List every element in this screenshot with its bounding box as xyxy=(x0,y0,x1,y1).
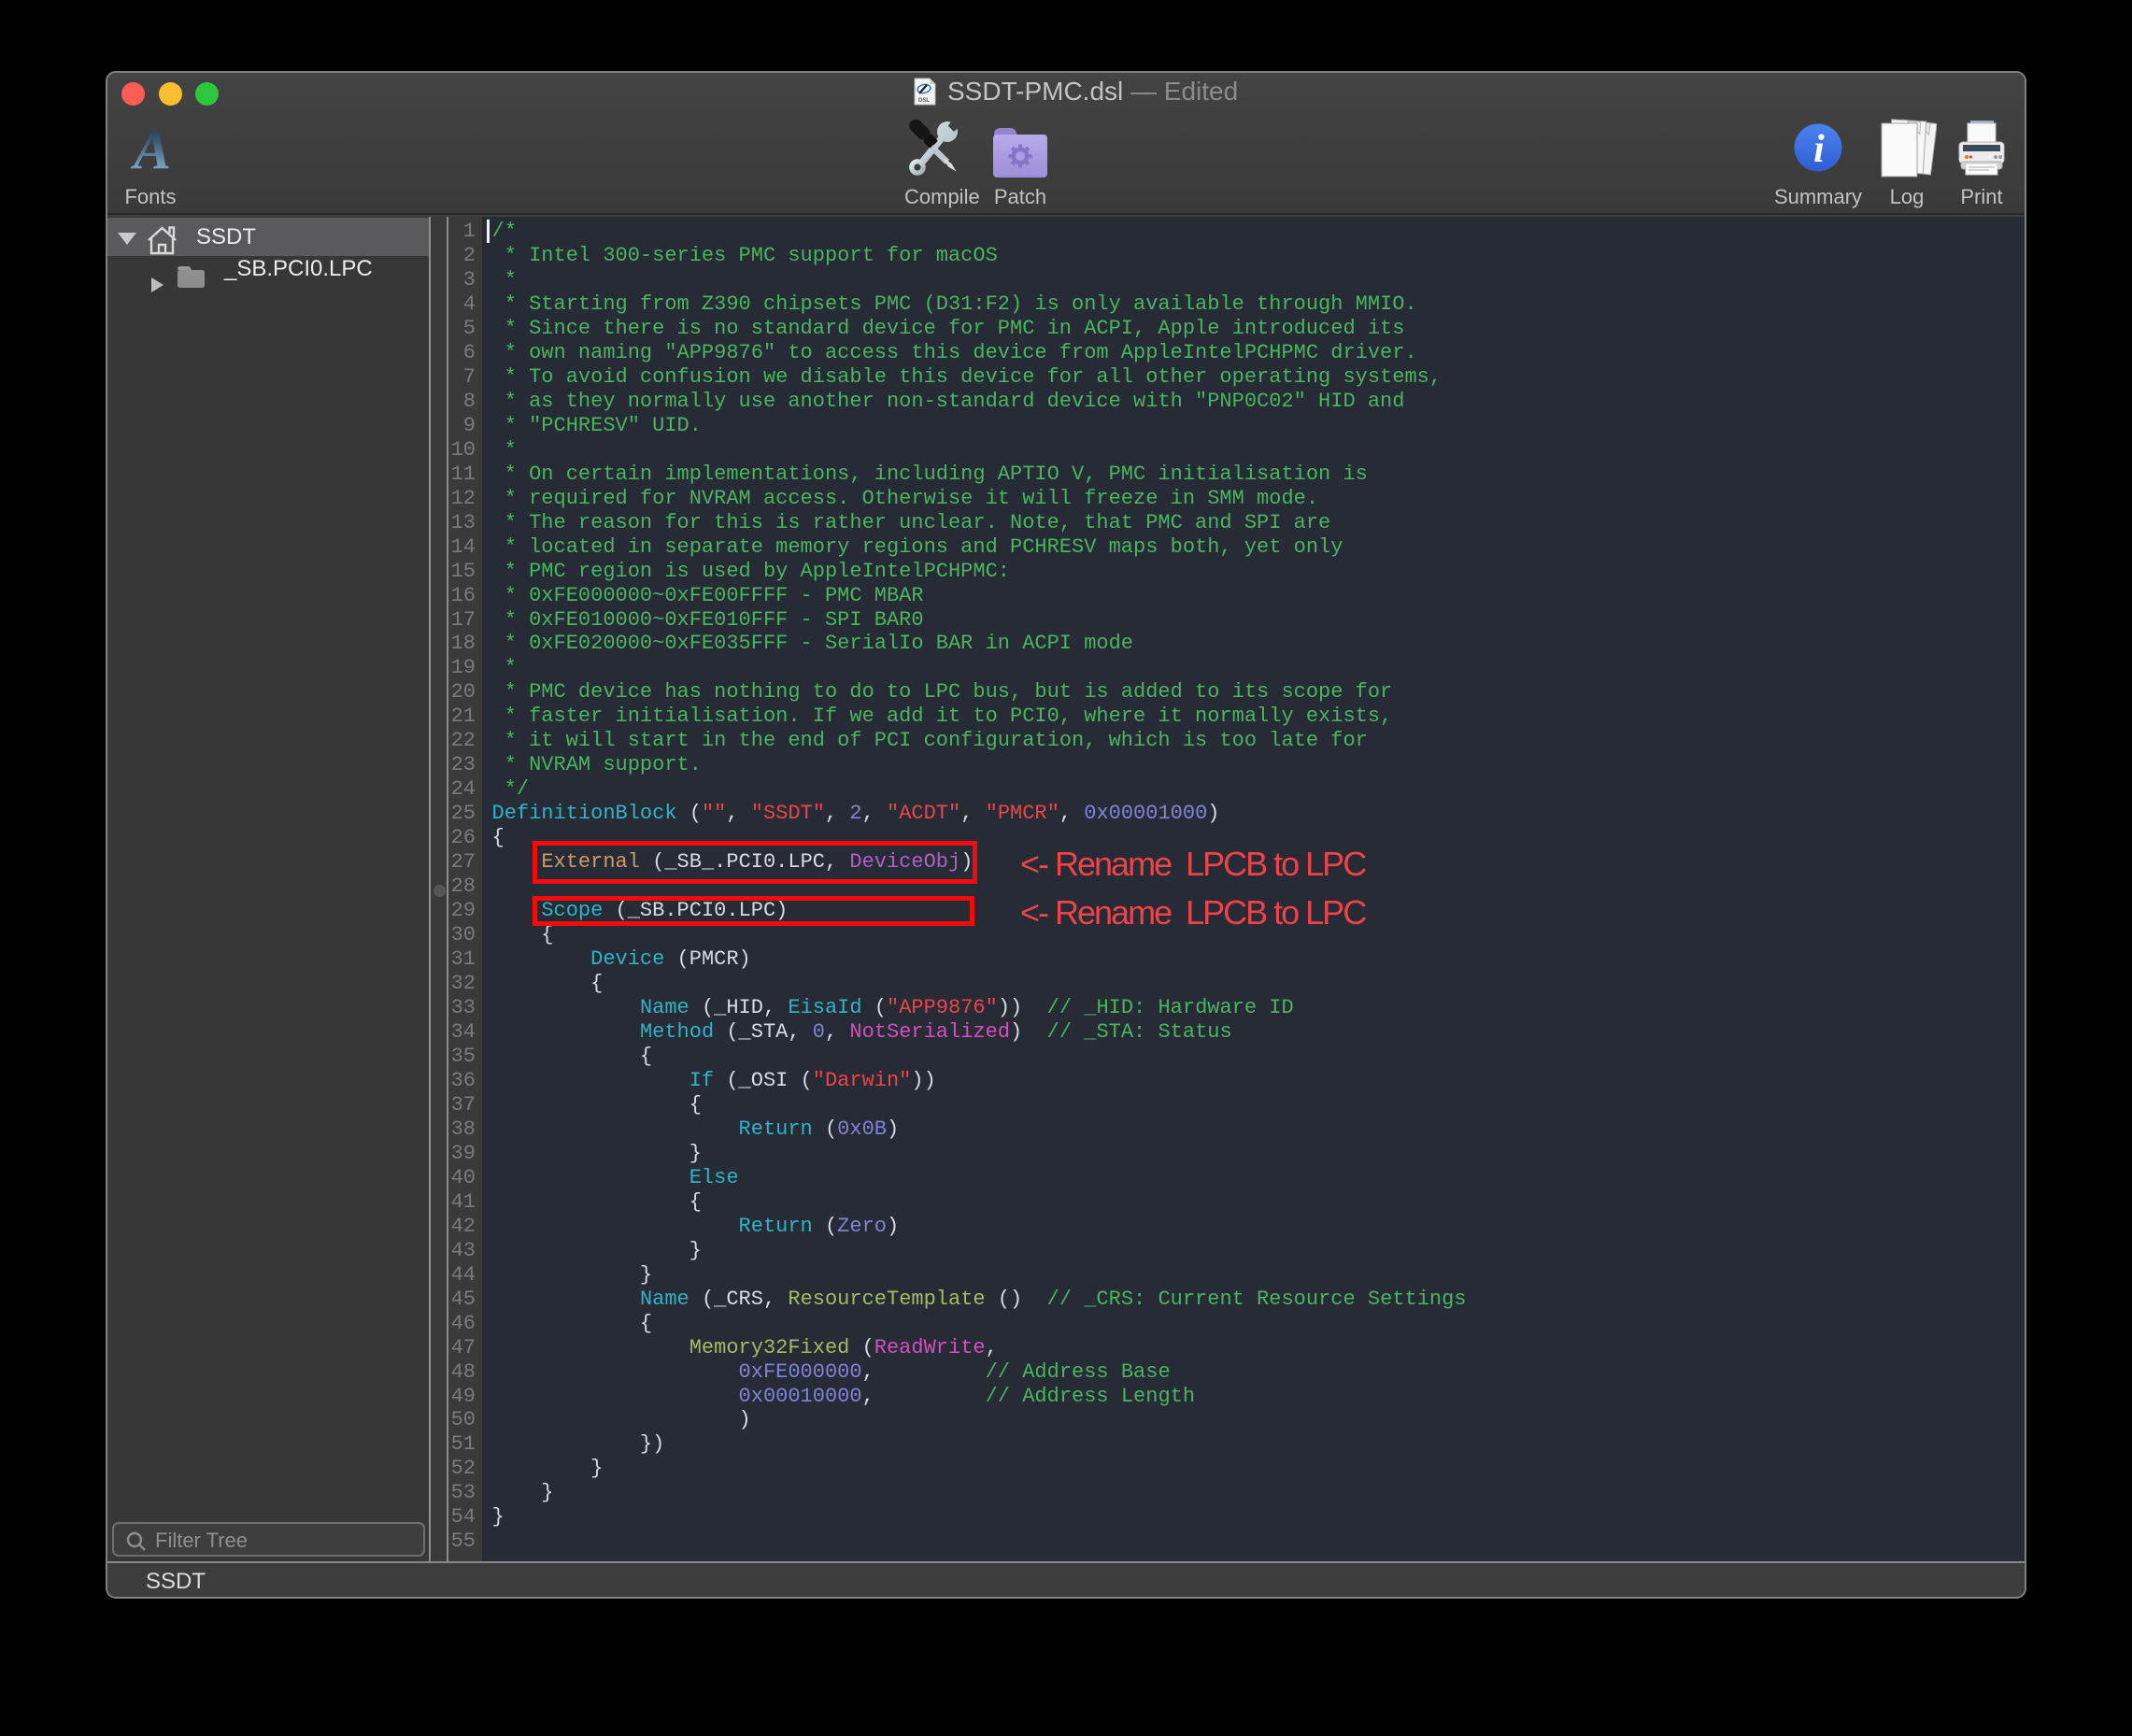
svg-text:DSL: DSL xyxy=(918,98,930,104)
svg-text:i: i xyxy=(1813,128,1825,171)
